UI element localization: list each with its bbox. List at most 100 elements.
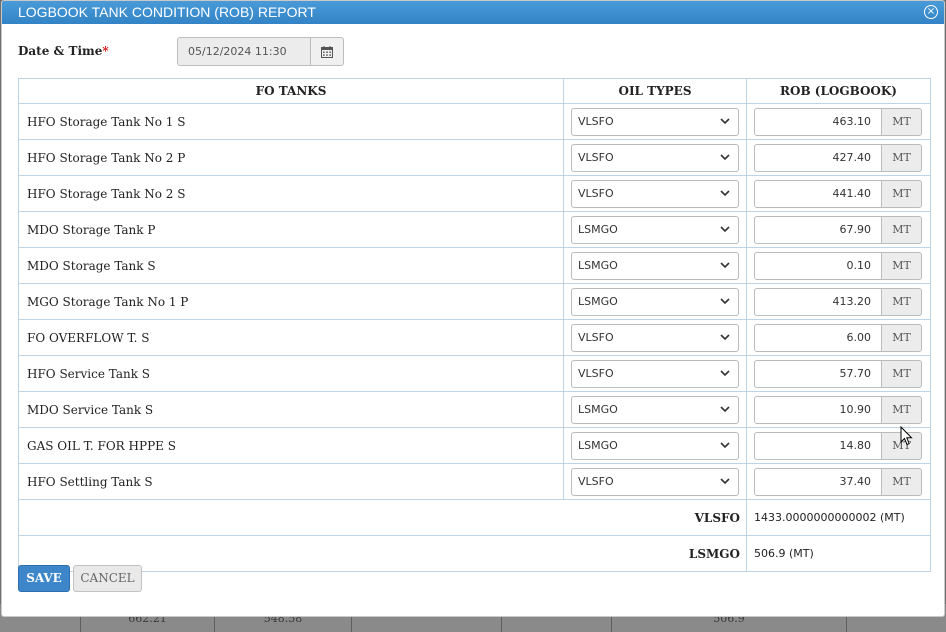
tank-name: HFO Settling Tank S [18,463,564,500]
oil-type-select[interactable]: VLSFO [571,107,739,136]
calendar-icon [321,45,333,58]
rob-input[interactable]: 0.10 [754,251,882,280]
oil-type-cell: LSMGO [563,391,747,428]
table-row: HFO Service Tank S VLSFO 57.70 MT [18,355,931,392]
oil-type-value: VLSFO [578,474,614,488]
rob-input-group: 67.90 MT [754,215,922,244]
rob-input-group: 0.10 MT [754,251,922,280]
datetime-label-text: Date & Time [18,44,103,58]
rob-input-group: 57.70 MT [754,359,922,388]
chevron-down-icon [720,181,730,217]
oil-type-cell: LSMGO [563,211,747,248]
rob-input[interactable]: 67.90 [754,215,882,244]
unit-addon: MT [882,107,922,136]
rob-cell: 413.20 MT [746,283,931,320]
table-row: MDO Service Tank S LSMGO 10.90 MT [18,391,931,428]
chevron-down-icon [720,289,730,325]
tank-name: FO OVERFLOW T. S [18,319,564,356]
header-rob: ROB (LOGBOOK) [746,78,931,104]
datetime-label: Date & Time* [18,44,109,58]
unit-addon: MT [882,251,922,280]
tank-name: HFO Storage Tank No 2 S [18,175,564,212]
rob-input[interactable]: 37.40 [754,467,882,496]
table-row: FO OVERFLOW T. S VLSFO 6.00 MT [18,319,931,356]
oil-type-select[interactable]: VLSFO [571,143,739,172]
tank-name: MGO Storage Tank No 1 P [18,283,564,320]
rob-cell: 6.00 MT [746,319,931,356]
oil-type-value: VLSFO [578,330,614,344]
oil-type-cell: VLSFO [563,139,747,176]
tank-name: MDO Service Tank S [18,391,564,428]
oil-type-cell: VLSFO [563,175,747,212]
oil-type-select[interactable]: VLSFO [571,359,739,388]
rob-cell: 0.10 MT [746,247,931,284]
rob-cell: 10.90 MT [746,391,931,428]
tank-name: MDO Storage Tank S [18,247,564,284]
summary-row-lsmgo: LSMGO 506.9 (MT) [18,535,931,572]
rob-input[interactable]: 57.70 [754,359,882,388]
rob-input[interactable]: 463.10 [754,107,882,136]
unit-addon: MT [882,287,922,316]
oil-type-select[interactable]: LSMGO [571,287,739,316]
chevron-down-icon [720,397,730,433]
oil-type-cell: VLSFO [563,319,747,356]
oil-type-value: LSMGO [578,258,618,272]
rob-cell: 57.70 MT [746,355,931,392]
rob-report-modal: LOGBOOK TANK CONDITION (ROB) REPORT × Da… [1,0,945,617]
oil-type-select[interactable]: LSMGO [571,431,739,460]
summary-row-vlsfo: VLSFO 1433.0000000000002 (MT) [18,499,931,536]
unit-addon: MT [882,323,922,352]
rob-input[interactable]: 427.40 [754,143,882,172]
save-button[interactable]: SAVE [18,565,70,592]
tank-name: HFO Service Tank S [18,355,564,392]
rob-input[interactable]: 6.00 [754,323,882,352]
modal-titlebar: LOGBOOK TANK CONDITION (ROB) REPORT × [2,1,944,24]
unit-addon: MT [882,179,922,208]
table-row: HFO Storage Tank No 2 S VLSFO 441.40 MT [18,175,931,212]
oil-type-value: LSMGO [578,438,618,452]
chevron-down-icon [720,253,730,289]
required-mark: * [102,44,109,58]
rob-input-group: 37.40 MT [754,467,922,496]
modal-title: LOGBOOK TANK CONDITION (ROB) REPORT [18,4,316,20]
oil-type-select[interactable]: LSMGO [571,251,739,280]
header-oil-types: OIL TYPES [563,78,747,104]
close-icon[interactable]: × [924,5,938,19]
oil-type-value: VLSFO [578,186,614,200]
rob-input-group: 441.40 MT [754,179,922,208]
rob-input[interactable]: 413.20 [754,287,882,316]
oil-type-cell: VLSFO [563,463,747,500]
oil-type-cell: LSMGO [563,283,747,320]
oil-type-select[interactable]: VLSFO [571,323,739,352]
rob-input-group: 427.40 MT [754,143,922,172]
summary-value: 506.9 (MT) [746,535,931,572]
oil-type-select[interactable]: VLSFO [571,179,739,208]
oil-type-value: LSMGO [578,402,618,416]
tank-name: HFO Storage Tank No 2 P [18,139,564,176]
oil-type-select[interactable]: LSMGO [571,215,739,244]
rob-cell: 67.90 MT [746,211,931,248]
chevron-down-icon [720,145,730,181]
oil-type-select[interactable]: LSMGO [571,395,739,424]
oil-type-value: LSMGO [578,294,618,308]
rob-input[interactable]: 441.40 [754,179,882,208]
table-row: HFO Storage Tank No 1 S VLSFO 463.10 MT [18,103,931,140]
unit-addon: MT [882,395,922,424]
table-row: MDO Storage Tank S LSMGO 0.10 MT [18,247,931,284]
tank-name: GAS OIL T. FOR HPPE S [18,427,564,464]
oil-type-value: VLSFO [578,366,614,380]
datetime-row: Date & Time* 05/12/2024 11:30 [18,37,418,67]
oil-type-cell: LSMGO [563,247,747,284]
table-row: MDO Storage Tank P LSMGO 67.90 MT [18,211,931,248]
rob-input[interactable]: 14.80 [754,431,882,460]
oil-type-select[interactable]: VLSFO [571,467,739,496]
rob-input-group: 14.80 MT [754,431,922,460]
table-row: HFO Settling Tank S VLSFO 37.40 MT [18,463,931,500]
tank-table: FO TANKS OIL TYPES ROB (LOGBOOK) HFO Sto… [18,78,931,572]
calendar-button[interactable] [311,37,344,66]
chevron-down-icon [720,361,730,397]
cancel-button[interactable]: CANCEL [73,565,142,592]
unit-addon: MT [882,143,922,172]
rob-input[interactable]: 10.90 [754,395,882,424]
datetime-input[interactable]: 05/12/2024 11:30 [177,37,311,66]
